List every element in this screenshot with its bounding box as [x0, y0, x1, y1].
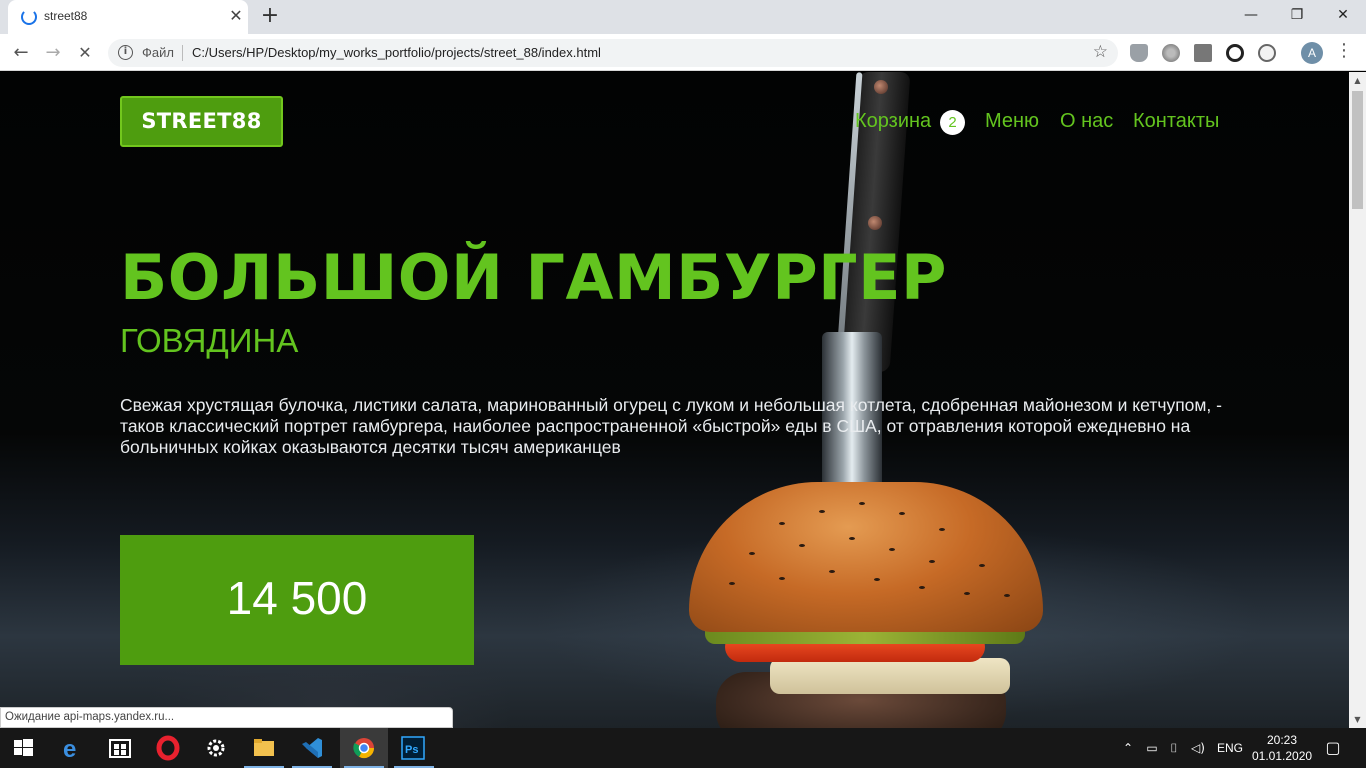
nav-item-about[interactable]: О нас [1060, 110, 1113, 133]
file-scheme-label: Файл [142, 45, 174, 60]
sesame-seed [889, 548, 895, 551]
sesame-seed [964, 592, 970, 595]
scroll-down-arrow-icon[interactable]: ▼ [1349, 711, 1366, 728]
sesame-seed [799, 544, 805, 547]
back-button[interactable]: ← [8, 40, 34, 66]
notifications-icon[interactable]: ▢ [1325, 740, 1341, 756]
volume-icon[interactable]: ◁) [1190, 740, 1206, 756]
file-explorer-icon[interactable] [240, 728, 288, 768]
nav-item-cart[interactable]: Корзина [855, 110, 931, 133]
browser-status-bar: Ожидание api-maps.yandex.ru... [0, 707, 453, 728]
cart-count-badge[interactable]: 2 [940, 110, 965, 135]
tab-close-icon[interactable]: ✕ [226, 6, 246, 26]
svg-text:Ps: Ps [405, 744, 418, 756]
sesame-seed [729, 582, 735, 585]
sesame-seed [979, 564, 985, 567]
browser-toolbar: ← → ✕ i Файл C:/Users/HP/Desktop/my_work… [0, 34, 1366, 71]
price-button[interactable]: 14 500 [120, 535, 474, 665]
hero-subtitle: ГОВЯДИНА [120, 322, 299, 359]
window-close-button[interactable]: ✕ [1320, 0, 1366, 32]
sesame-seed [899, 512, 905, 515]
profile-avatar[interactable]: A [1301, 42, 1323, 64]
clock-time[interactable]: 20:23 [1267, 733, 1297, 747]
store-icon[interactable] [96, 728, 144, 768]
url-text[interactable]: C:/Users/HP/Desktop/my_works_portfolio/p… [192, 45, 601, 60]
site-logo[interactable]: STREET88 [120, 96, 283, 147]
input-language[interactable]: ENG [1217, 741, 1243, 755]
sesame-seed [829, 570, 835, 573]
bookmark-star-icon[interactable]: ☆ [1093, 42, 1108, 62]
knife-rivet [868, 216, 882, 230]
clock-date[interactable]: 01.01.2020 [1252, 749, 1312, 763]
browser-tab-strip: street88 ✕ + — ❐ ✕ [0, 0, 1366, 34]
loading-spinner-icon [21, 9, 37, 25]
globe-extension-icon[interactable] [1162, 44, 1180, 62]
chrome-icon[interactable] [340, 728, 388, 768]
address-bar[interactable]: i Файл C:/Users/HP/Desktop/my_works_port… [108, 39, 1118, 67]
show-hidden-icons-chevron-icon[interactable]: ⌃ [1120, 740, 1136, 756]
nav-item-menu[interactable]: Меню [985, 110, 1039, 133]
page-viewport: STREET88 Корзина 2 Меню О нас Контакты Б… [0, 72, 1349, 728]
knife-rivet [874, 80, 888, 94]
photoshop-icon[interactable]: Ps [390, 728, 438, 768]
sync-extension-icon[interactable] [1226, 44, 1244, 62]
hero-title: БОЛЬШОЙ ГАМБУРГЕР [120, 241, 947, 314]
nav-item-contacts[interactable]: Контакты [1133, 110, 1219, 133]
sesame-seed [819, 510, 825, 513]
info-icon[interactable]: i [118, 45, 133, 60]
sesame-seed [779, 522, 785, 525]
divider [182, 45, 183, 61]
scrollbar-thumb[interactable] [1352, 91, 1363, 209]
restore-button[interactable]: ❐ [1274, 0, 1320, 32]
forward-button[interactable]: → [40, 40, 66, 66]
minimize-button[interactable]: — [1228, 0, 1274, 32]
windows-start-icon[interactable] [0, 728, 48, 768]
sesame-seed [749, 552, 755, 555]
tab-title: street88 [44, 9, 88, 23]
price-value: 14 500 [226, 572, 368, 624]
hero-description: Свежая хрустящая булочка, листики салата… [120, 395, 1222, 457]
sesame-seed [779, 577, 785, 580]
tool-extension-icon[interactable] [1194, 44, 1212, 62]
vscode-icon[interactable] [288, 728, 336, 768]
browser-menu-icon[interactable]: ⋮ [1334, 40, 1354, 61]
sesame-seed [849, 537, 855, 540]
page-scrollbar[interactable]: ▲ ▼ [1349, 72, 1366, 728]
settings-gear-icon[interactable] [192, 728, 240, 768]
sesame-seed [929, 560, 935, 563]
windows-taskbar: e Ps ⌃ ▭ ⌷ ◁) ENG 20:23 01.01.2020 ▢ [0, 728, 1366, 768]
browser-tab[interactable]: street88 ✕ [8, 0, 248, 34]
stop-loading-button[interactable]: ✕ [72, 40, 98, 66]
burger-cheese-image [770, 658, 1010, 694]
shield-extension-icon[interactable] [1130, 44, 1148, 62]
sesame-seed [859, 502, 865, 505]
sesame-seed [919, 586, 925, 589]
sesame-seed [939, 528, 945, 531]
new-tab-button[interactable]: + [258, 4, 282, 28]
search-extension-icon[interactable] [1258, 44, 1276, 62]
sesame-seed [874, 578, 880, 581]
battery-icon[interactable]: ▭ [1144, 740, 1160, 756]
scroll-up-arrow-icon[interactable]: ▲ [1349, 72, 1366, 89]
sesame-seed [1004, 594, 1010, 597]
svg-text:e: e [63, 736, 76, 763]
edge-browser-icon[interactable]: e [48, 728, 96, 768]
opera-icon[interactable] [144, 728, 192, 768]
network-icon[interactable]: ⌷ [1166, 740, 1182, 756]
